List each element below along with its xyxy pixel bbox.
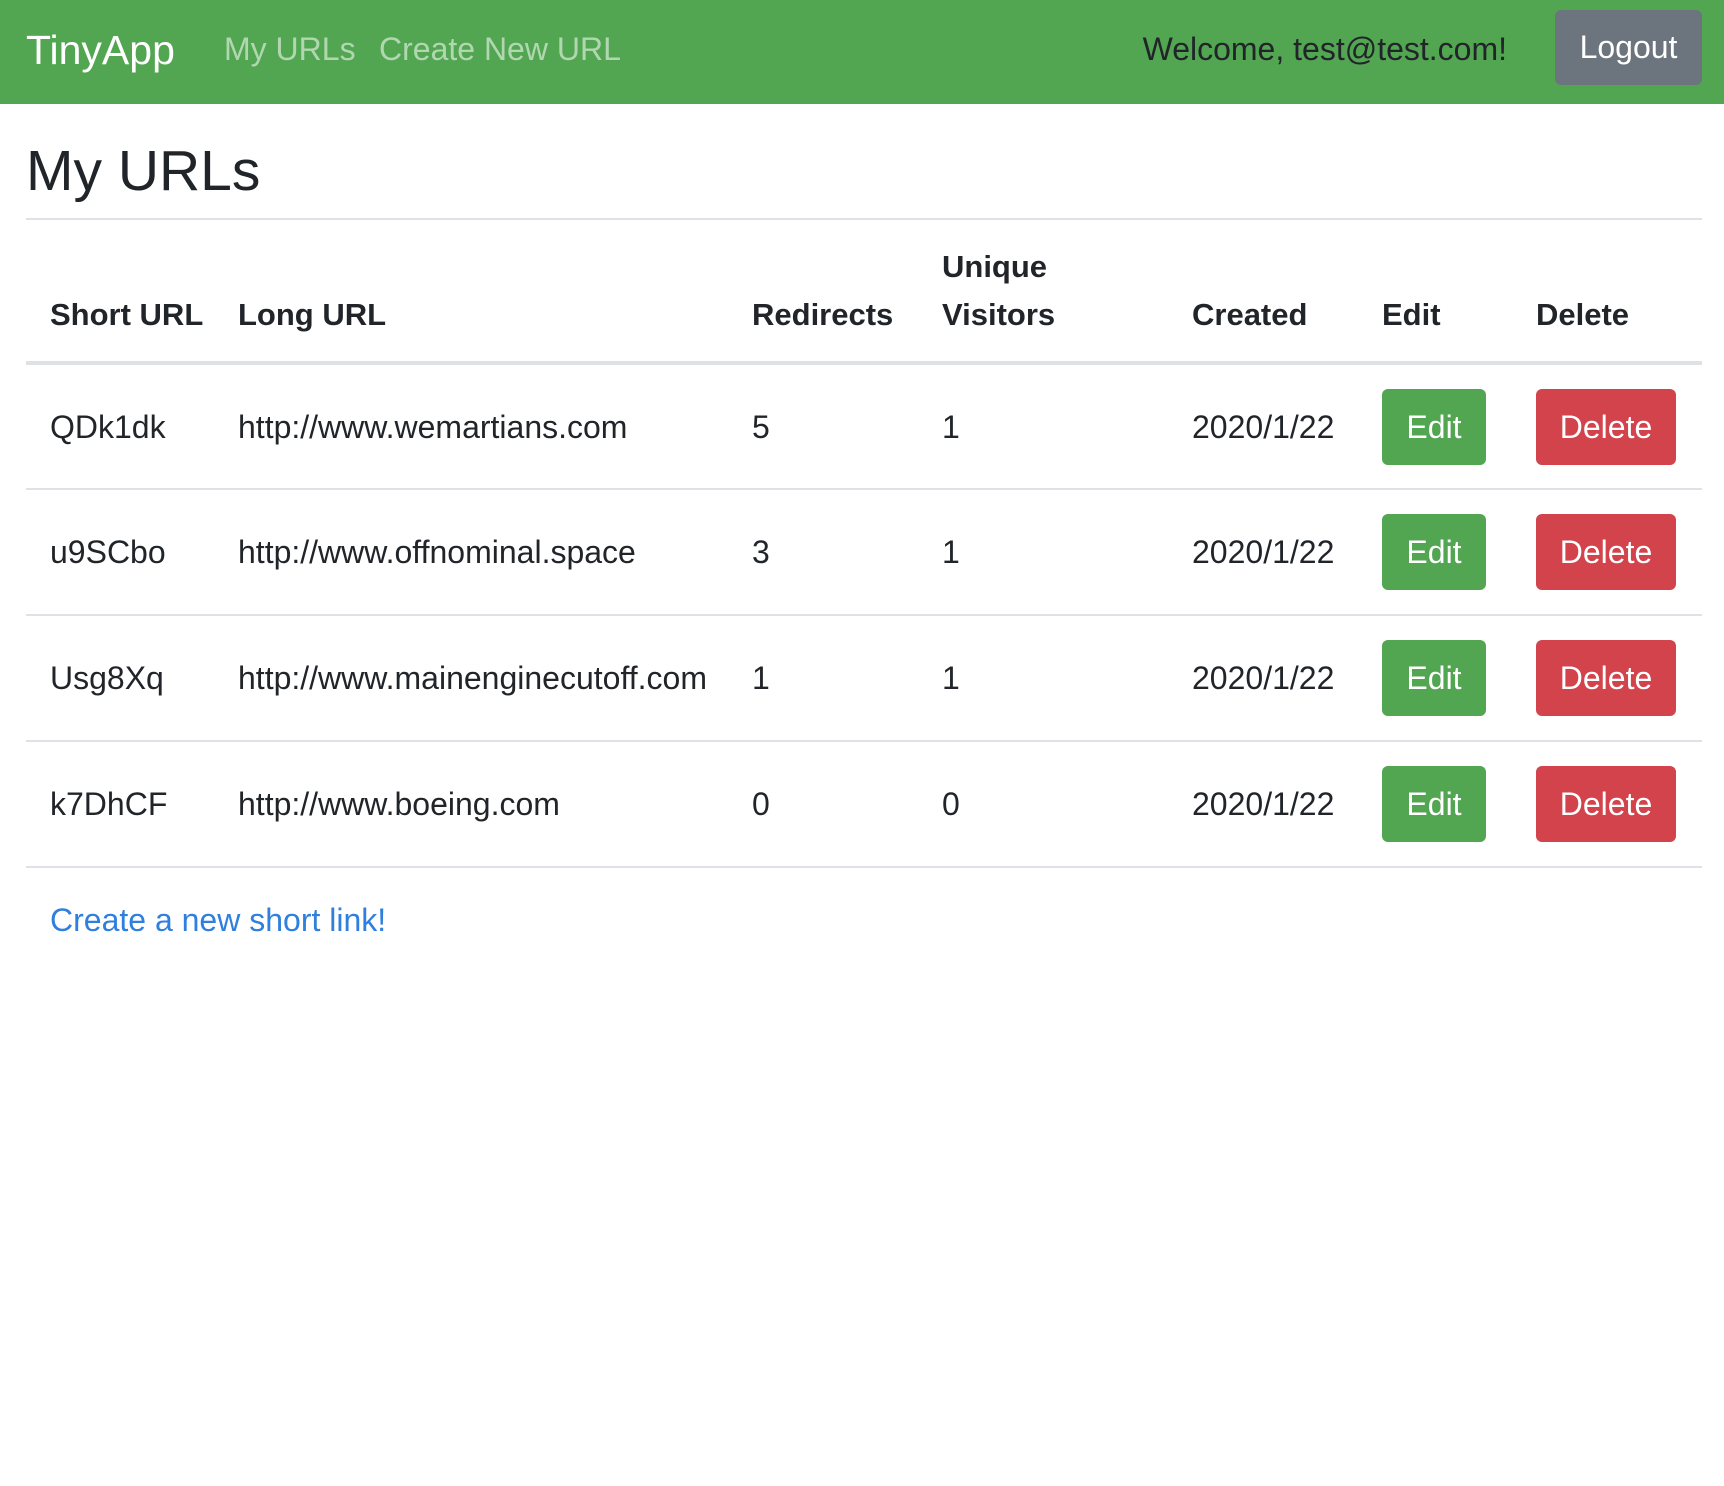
created-cell: 2020/1/22	[1168, 489, 1358, 616]
edit-cell: Edit	[1358, 489, 1512, 616]
redirects-cell: 3	[728, 489, 918, 616]
navbar: TinyApp My URLs Create New URL Welcome, …	[0, 0, 1724, 104]
header-long-url: Long URL	[214, 218, 728, 365]
long-url-cell: http://www.offnominal.space	[214, 489, 728, 616]
delete-cell: Delete	[1512, 615, 1702, 742]
header-created: Created	[1168, 218, 1358, 365]
logout-button[interactable]: Logout	[1555, 10, 1702, 85]
delete-cell: Delete	[1512, 363, 1702, 490]
redirects-cell: 1	[728, 615, 918, 742]
delete-cell: Delete	[1512, 741, 1702, 868]
create-new-short-link[interactable]: Create a new short link!	[50, 898, 386, 942]
unique-visitors-cell: 1	[918, 363, 1168, 490]
short-url-cell: k7DhCF	[26, 741, 214, 868]
redirects-cell: 0	[728, 741, 918, 868]
created-cell: 2020/1/22	[1168, 615, 1358, 742]
edit-cell: Edit	[1358, 363, 1512, 490]
unique-visitors-cell: 0	[918, 741, 1168, 868]
page-title: My URLs	[26, 139, 261, 203]
short-url-cell: u9SCbo	[26, 489, 214, 616]
header-redirects: Redirects	[728, 218, 918, 365]
edit-cell: Edit	[1358, 741, 1512, 868]
table-row: Usg8Xq http://www.mainenginecutoff.com 1…	[26, 615, 1702, 742]
brand-link[interactable]: TinyApp	[26, 22, 175, 78]
long-url-cell: http://www.wemartians.com	[214, 363, 728, 490]
created-cell: 2020/1/22	[1168, 363, 1358, 490]
header-unique-visitors: Unique Visitors	[918, 218, 1168, 365]
edit-button[interactable]: Edit	[1382, 514, 1486, 590]
delete-button[interactable]: Delete	[1536, 640, 1676, 716]
delete-button[interactable]: Delete	[1536, 514, 1676, 590]
long-url-cell: http://www.mainenginecutoff.com	[214, 615, 728, 742]
nav-link-my-urls[interactable]: My URLs	[224, 27, 356, 71]
delete-cell: Delete	[1512, 489, 1702, 616]
delete-button[interactable]: Delete	[1536, 766, 1676, 842]
edit-button[interactable]: Edit	[1382, 766, 1486, 842]
header-delete: Delete	[1512, 218, 1702, 365]
nav-link-create-new-url[interactable]: Create New URL	[379, 27, 621, 71]
short-url-cell: QDk1dk	[26, 363, 214, 490]
header-short-url: Short URL	[26, 218, 214, 365]
table-row: QDk1dk http://www.wemartians.com 5 1 202…	[26, 363, 1702, 490]
table-header-row: Short URL Long URL Redirects Unique Visi…	[26, 218, 1702, 365]
table-row: u9SCbo http://www.offnominal.space 3 1 2…	[26, 489, 1702, 616]
edit-cell: Edit	[1358, 615, 1512, 742]
welcome-text: Welcome, test@test.com!	[1142, 31, 1507, 67]
header-edit: Edit	[1358, 218, 1512, 365]
edit-button[interactable]: Edit	[1382, 640, 1486, 716]
unique-visitors-cell: 1	[918, 489, 1168, 616]
delete-button[interactable]: Delete	[1536, 388, 1676, 465]
created-cell: 2020/1/22	[1168, 741, 1358, 868]
long-url-cell: http://www.boeing.com	[214, 741, 728, 868]
short-url-cell: Usg8Xq	[26, 615, 214, 742]
urls-table: Short URL Long URL Redirects Unique Visi…	[26, 218, 1702, 868]
edit-button[interactable]: Edit	[1382, 388, 1486, 465]
table-row: k7DhCF http://www.boeing.com 0 0 2020/1/…	[26, 741, 1702, 868]
redirects-cell: 5	[728, 363, 918, 490]
unique-visitors-cell: 1	[918, 615, 1168, 742]
